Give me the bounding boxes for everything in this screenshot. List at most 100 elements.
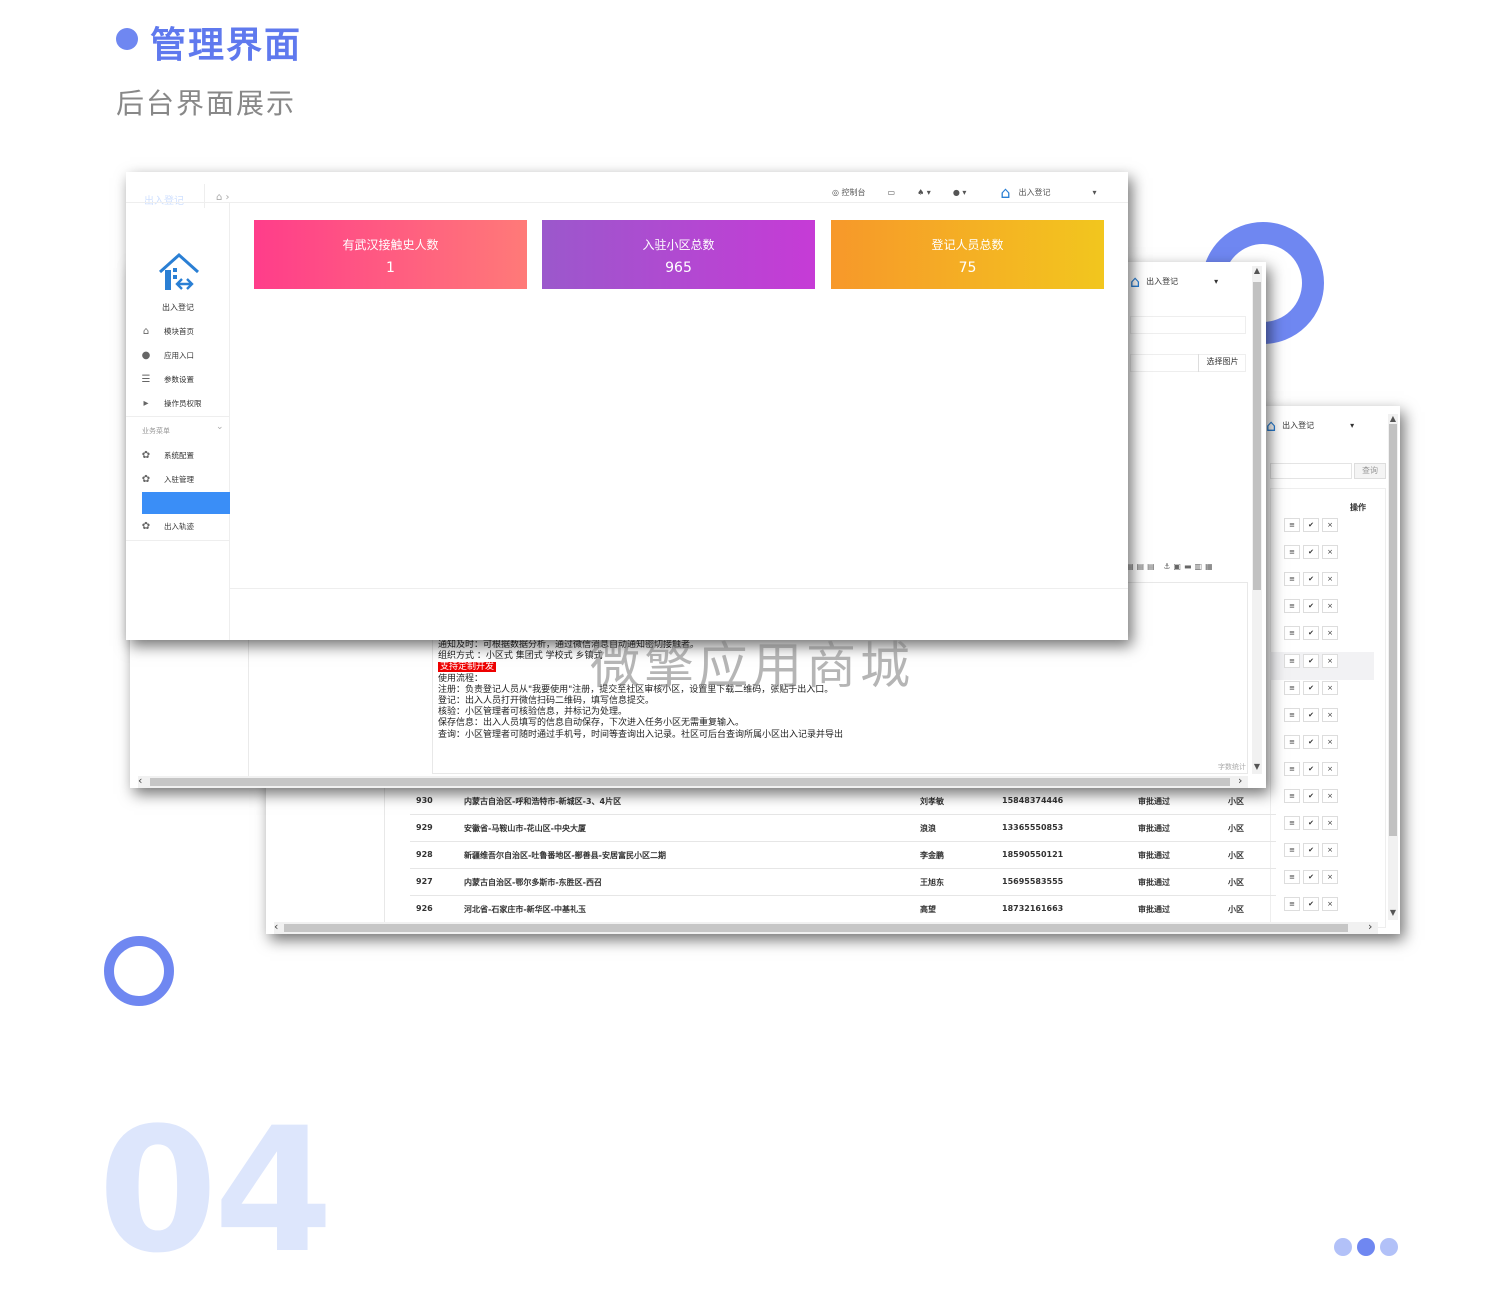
search-input[interactable] — [1270, 463, 1352, 479]
scrollbar-thumb[interactable] — [284, 924, 1348, 932]
pager-dot[interactable] — [1380, 1238, 1398, 1256]
approve-icon[interactable]: ✔ — [1303, 626, 1319, 641]
sidebar-item-system[interactable]: ✿ 系统配置 — [140, 450, 194, 461]
sidebar-item-entry[interactable]: ● 应用入口 — [140, 350, 194, 361]
approve-icon[interactable]: ✔ — [1303, 870, 1319, 885]
approve-icon[interactable]: ✔ — [1303, 816, 1319, 831]
table-row[interactable]: 927 内蒙古自治区-鄂尔多斯市-东胜区-西召 王旭东 15695583555 审批通过… — [410, 869, 1276, 896]
stat-card-communities[interactable]: 入驻小区总数 965 — [542, 220, 815, 289]
detail-icon[interactable]: ≡ — [1284, 843, 1300, 858]
detail-icon[interactable]: ≡ — [1284, 870, 1300, 885]
table-row[interactable]: 929 安徽省-马鞍山市-花山区-中央大厦 浪浪 13365550853 审批通过 小区 — [410, 815, 1276, 842]
approve-icon[interactable]: ✔ — [1303, 599, 1319, 614]
scroll-up-icon[interactable]: ▲ — [1252, 266, 1262, 275]
sidebar-item-track[interactable]: ✿ 出入轨迹 — [140, 521, 194, 532]
pager-dots — [1334, 1238, 1398, 1256]
detail-icon[interactable]: ≡ — [1284, 707, 1300, 722]
stat-label: 入驻小区总数 — [642, 238, 715, 252]
scroll-down-icon[interactable]: ▼ — [1252, 762, 1262, 771]
approve-icon[interactable]: ✔ — [1303, 843, 1319, 858]
detail-icon[interactable]: ≡ — [1284, 626, 1300, 641]
sidebar-item-operator[interactable]: ▸ 操作员权限 — [140, 398, 201, 409]
reject-icon[interactable]: × — [1322, 734, 1338, 749]
approve-icon[interactable]: ✔ — [1303, 734, 1319, 749]
scrollbar-thumb[interactable] — [1389, 424, 1397, 836]
highlight-label: 支持定制开发 — [438, 662, 497, 673]
vertical-scrollbar[interactable]: ▲ ▼ — [1252, 266, 1262, 774]
scroll-left-icon[interactable]: ‹ — [138, 774, 142, 787]
reject-icon[interactable]: × — [1322, 789, 1338, 803]
editor-toolbar-icons[interactable]: ▤▤▤ ⚓▣▬▥▦ — [1126, 562, 1216, 571]
detail-icon[interactable]: ≡ — [1284, 816, 1300, 831]
approve-icon[interactable]: ✔ — [1303, 545, 1319, 560]
approve-icon[interactable]: ✔ — [1303, 707, 1319, 722]
console-link[interactable]: ◎ 控制台 — [832, 187, 866, 198]
reject-icon[interactable]: × — [1322, 599, 1338, 614]
reject-icon[interactable]: × — [1322, 761, 1338, 776]
pick-image-button[interactable]: 选择图片 — [1198, 354, 1246, 372]
approve-icon[interactable]: ✔ — [1303, 680, 1319, 695]
approve-icon[interactable]: ✔ — [1303, 789, 1319, 803]
scrollbar-thumb[interactable] — [150, 778, 1230, 786]
scrollbar-thumb[interactable] — [1253, 282, 1261, 590]
sidebar-item-settle[interactable]: ✿ 入驻管理 — [140, 474, 194, 485]
detail-icon[interactable]: ≡ — [1284, 545, 1300, 560]
table-row[interactable]: 926 河北省-石家庄市-新华区-中基礼玉 高望 18732161663 审批通过 小区 — [410, 896, 1276, 923]
scroll-down-icon[interactable]: ▼ — [1388, 908, 1398, 917]
reject-icon[interactable]: × — [1322, 870, 1338, 885]
account-menu[interactable]: ⌂ 出入登记 ▾ — [1130, 266, 1248, 296]
approve-icon[interactable]: ✔ — [1303, 897, 1319, 912]
pager-dot-active[interactable] — [1357, 1238, 1375, 1256]
bell-icon[interactable]: ♠ ▾ — [917, 188, 931, 197]
detail-icon[interactable]: ≡ — [1284, 518, 1300, 532]
editor-line: 查询：小区管理者可随时通过手机号，时间等查询出入记录。社区可后台查询所属小区出入… — [438, 729, 844, 740]
scroll-right-icon[interactable]: › — [1238, 774, 1242, 787]
user-icon[interactable]: ● ▾ — [953, 188, 967, 197]
table-cell-name: 王旭东 — [920, 878, 944, 887]
pager-dot[interactable] — [1334, 1238, 1352, 1256]
vertical-scrollbar[interactable]: ▲ ▼ — [1388, 414, 1398, 920]
sidebar-item-active[interactable] — [142, 492, 230, 514]
reject-icon[interactable]: × — [1322, 626, 1338, 641]
chevron-down-icon[interactable]: ⌄ — [216, 422, 224, 432]
reject-icon[interactable]: × — [1322, 707, 1338, 722]
reject-icon[interactable]: × — [1322, 843, 1338, 858]
detail-icon[interactable]: ≡ — [1284, 734, 1300, 749]
reject-icon[interactable]: × — [1322, 653, 1338, 668]
detail-icon[interactable]: ≡ — [1284, 761, 1300, 776]
approve-icon[interactable]: ✔ — [1303, 518, 1319, 532]
sidebar-item-home[interactable]: ⌂ 模块首页 — [140, 326, 194, 337]
horizontal-scrollbar[interactable]: ‹ › — [138, 774, 1248, 788]
detail-icon[interactable]: ≡ — [1284, 653, 1300, 668]
reject-icon[interactable]: × — [1322, 816, 1338, 831]
storage-icon[interactable]: ▭ — [888, 188, 896, 197]
approve-icon[interactable]: ✔ — [1303, 653, 1319, 668]
approve-icon[interactable]: ✔ — [1303, 761, 1319, 776]
scroll-left-icon[interactable]: ‹ — [274, 920, 278, 933]
detail-icon[interactable]: ≡ — [1284, 599, 1300, 614]
reject-icon[interactable]: × — [1322, 572, 1338, 587]
table-row[interactable]: 930 内蒙古自治区-呼和浩特市-新城区-3、4片区 刘孝敏 15848374446 审… — [410, 788, 1276, 815]
stat-value: 1 — [386, 260, 395, 276]
account-menu[interactable]: ⌂ 出入登记 ▾ — [1000, 183, 1096, 202]
stat-card-registrants[interactable]: 登记人员总数 75 — [831, 220, 1104, 289]
query-button[interactable]: 查询 — [1354, 463, 1386, 479]
detail-icon[interactable]: ≡ — [1284, 789, 1300, 803]
detail-icon[interactable]: ≡ — [1284, 680, 1300, 695]
scroll-up-icon[interactable]: ▲ — [1388, 414, 1398, 423]
reject-icon[interactable]: × — [1322, 545, 1338, 560]
scroll-right-icon[interactable]: › — [1368, 920, 1372, 933]
form-field[interactable] — [1130, 316, 1246, 334]
detail-icon[interactable]: ≡ — [1284, 897, 1300, 912]
detail-icon[interactable]: ≡ — [1284, 572, 1300, 587]
approve-icon[interactable]: ✔ — [1303, 572, 1319, 587]
top-toolbar: ◎ 控制台 ▭ ♠ ▾ ● ▾ ⌂ 出入登记 ▾ — [832, 180, 1097, 204]
reject-icon[interactable]: × — [1322, 897, 1338, 912]
account-menu[interactable]: ⌂ 出入登记 ▾ — [1266, 410, 1372, 440]
table-row[interactable]: 928 新疆维吾尔自治区-吐鲁番地区-鄯善县-安居富民小区二期 李金鹏 1859055… — [410, 842, 1276, 869]
reject-icon[interactable]: × — [1322, 680, 1338, 695]
reject-icon[interactable]: × — [1322, 518, 1338, 532]
horizontal-scrollbar[interactable]: ‹ › — [274, 920, 1378, 934]
sidebar-item-params[interactable]: ☰ 参数设置 — [140, 374, 194, 385]
stat-card-contact[interactable]: 有武汉接触史人数 1 — [254, 220, 527, 289]
